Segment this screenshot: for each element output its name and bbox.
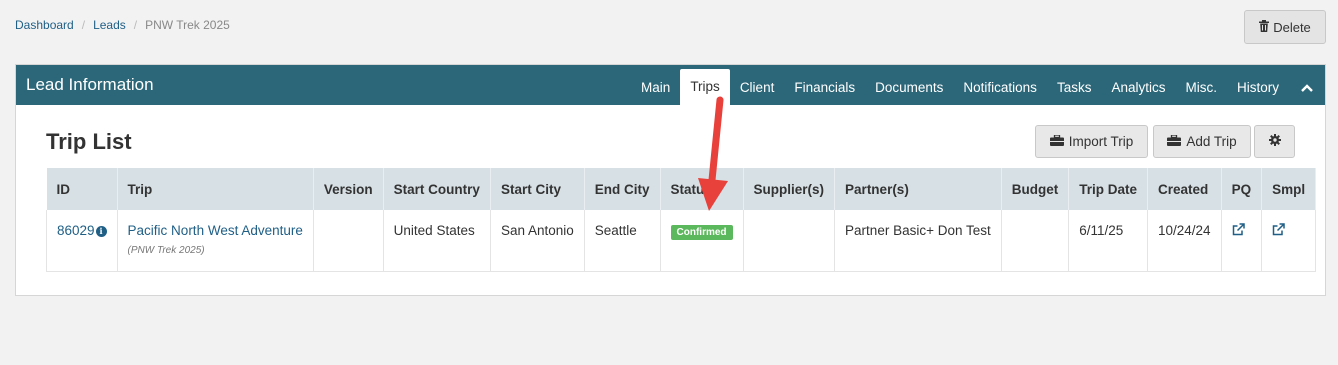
add-trip-label: Add Trip <box>1186 134 1237 149</box>
breadcrumb: Dashboard / Leads / PNW Trek 2025 <box>15 18 230 32</box>
cell-created: 10/24/24 <box>1147 210 1222 272</box>
column-header[interactable]: Smpl <box>1261 168 1317 210</box>
column-header[interactable]: Partner(s) <box>834 168 1002 210</box>
cell-id: 86029 i <box>46 210 118 272</box>
delete-button[interactable]: Delete <box>1244 10 1326 44</box>
briefcase-icon <box>1167 134 1182 149</box>
breadcrumb-dashboard[interactable]: Dashboard <box>15 18 74 32</box>
cell-start-city: San Antonio <box>490 210 585 272</box>
cell-version <box>313 210 384 272</box>
cell-partners: Partner Basic+ Don Test <box>834 210 1002 272</box>
settings-button[interactable] <box>1254 125 1295 158</box>
annotation-arrow <box>698 96 728 211</box>
tab-financials[interactable]: Financials <box>784 70 865 105</box>
external-link-icon[interactable] <box>1272 223 1305 236</box>
add-trip-button[interactable]: Add Trip <box>1153 125 1251 158</box>
breadcrumb-current: PNW Trek 2025 <box>145 18 230 32</box>
tab-main[interactable]: Main <box>631 70 680 105</box>
import-trip-label: Import Trip <box>1068 134 1134 149</box>
cell-smpl <box>1261 210 1317 272</box>
trip-subtitle: (PNW Trek 2025) <box>127 245 205 256</box>
chevron-up-icon[interactable] <box>1289 70 1325 105</box>
cell-trip-date: 6/11/25 <box>1068 210 1149 272</box>
column-header[interactable]: PQ <box>1221 168 1263 210</box>
cell-budget <box>1001 210 1070 272</box>
column-header[interactable]: Start City <box>490 168 585 210</box>
status-badge: Confirmed <box>670 225 733 240</box>
breadcrumb-leads[interactable]: Leads <box>93 18 126 32</box>
info-icon[interactable]: i <box>95 225 107 237</box>
column-header[interactable]: Budget <box>1001 168 1070 210</box>
tab-tasks[interactable]: Tasks <box>1047 70 1102 105</box>
tab-analytics[interactable]: Analytics <box>1101 70 1175 105</box>
table-header-row: ID Trip Version Start Country Start City… <box>46 168 1317 210</box>
column-header[interactable]: Trip <box>117 168 314 210</box>
trip-id-link[interactable]: 86029 <box>57 223 95 238</box>
trash-icon <box>1259 19 1270 35</box>
import-trip-button[interactable]: Import Trip <box>1035 125 1148 158</box>
column-header[interactable]: Supplier(s) <box>743 168 836 210</box>
breadcrumb-separator: / <box>81 18 86 32</box>
tab-documents[interactable]: Documents <box>865 70 953 105</box>
lead-information-panel: Lead Information Main Trips Client Finan… <box>15 64 1326 296</box>
column-header[interactable]: Version <box>313 168 384 210</box>
tab-notifications[interactable]: Notifications <box>953 70 1047 105</box>
trip-list-title: Trip List <box>46 129 132 154</box>
tab-misc[interactable]: Misc. <box>1175 70 1227 105</box>
delete-label: Delete <box>1273 19 1311 35</box>
tab-history[interactable]: History <box>1227 70 1289 105</box>
column-header[interactable]: Created <box>1147 168 1222 210</box>
column-header[interactable]: End City <box>584 168 661 210</box>
cell-suppliers <box>743 210 836 272</box>
external-link-icon[interactable] <box>1232 223 1252 236</box>
cell-pq <box>1221 210 1263 272</box>
cell-start-country: United States <box>383 210 491 272</box>
briefcase-icon <box>1049 134 1064 149</box>
table-row: 86029 i Pacific North West Adventure (PNW… <box>46 210 1317 272</box>
column-header[interactable]: Trip Date <box>1068 168 1149 210</box>
cell-trip: Pacific North West Adventure (PNW Trek 2… <box>117 210 314 272</box>
cell-end-city: Seattle <box>584 210 661 272</box>
gear-icon <box>1268 134 1281 149</box>
column-header[interactable]: Start Country <box>383 168 491 210</box>
panel-title: Lead Information <box>26 75 154 94</box>
breadcrumb-separator: / <box>133 18 138 32</box>
trip-name-link[interactable]: Pacific North West Adventure <box>128 223 303 238</box>
column-header[interactable]: ID <box>46 168 118 210</box>
trip-table: ID Trip Version Start Country Start City… <box>46 168 1317 272</box>
panel-header: Lead Information Main Trips Client Finan… <box>16 65 1325 105</box>
cell-status: Confirmed <box>660 210 744 272</box>
